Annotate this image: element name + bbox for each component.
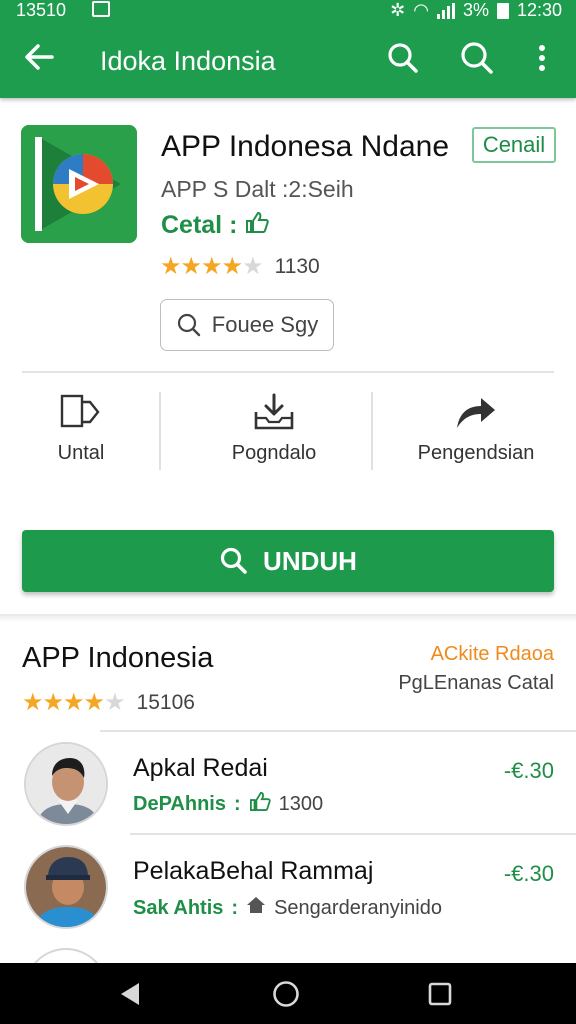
- action-untal[interactable]: Untal: [6, 392, 156, 465]
- app-status: Cetal :: [161, 211, 270, 240]
- copy-icon: [60, 394, 100, 428]
- search-icon: [177, 313, 200, 337]
- app-subtitle: APP S Dalt :2:Seih: [161, 176, 354, 202]
- bluetooth-icon: ✲: [390, 0, 406, 20]
- wifi-icon: ◠: [413, 0, 429, 20]
- notification-icon: [92, 1, 110, 17]
- home-icon: [246, 895, 266, 921]
- meta-value: 1300: [278, 792, 324, 815]
- search-chip[interactable]: Fouee Sgy: [160, 299, 334, 351]
- list-item-price: -€.30: [503, 758, 554, 783]
- share-arrow-icon: [457, 398, 495, 428]
- divider: [159, 392, 161, 470]
- back-arrow-icon[interactable]: [22, 40, 56, 74]
- app-name: APP Indonesa Ndane: [161, 130, 450, 163]
- list-item[interactable]: PelakaBehal Rammaj Sak Ahtis : Sengarder…: [0, 845, 576, 935]
- meta-value: Sengarderanyinido: [274, 896, 442, 919]
- search-chip-label: Fouee Sgy: [211, 312, 319, 337]
- search-icon-secondary[interactable]: [459, 40, 495, 76]
- meta-separator: :: [231, 896, 239, 919]
- meta-separator: :: [233, 792, 241, 815]
- section-title: APP Indonesia: [22, 642, 214, 674]
- section-subtitle: PgLEnanas Catal: [398, 672, 554, 694]
- list-item-price: -€.30: [503, 861, 554, 886]
- star-rating: ★★★★★: [22, 689, 126, 716]
- list-item-meta: DePAhnis : 1300: [133, 791, 323, 817]
- avatar: [24, 742, 108, 826]
- download-button[interactable]: UNDUH: [22, 530, 554, 592]
- action-label: Pengendsian: [417, 442, 535, 464]
- action-pogndalo[interactable]: Pogndalo: [199, 392, 349, 465]
- developer-name: Sak Ahtis: [133, 896, 224, 919]
- search-icon: [220, 547, 247, 574]
- list-item-title: Apkal Redai: [133, 754, 268, 782]
- recents-nav-icon[interactable]: [428, 982, 452, 1006]
- signal-icon: [436, 2, 455, 19]
- search-icon[interactable]: [385, 40, 421, 76]
- rating-count: 15106: [136, 690, 195, 714]
- app-status-text: Cetal :: [161, 211, 238, 239]
- battery-icon: [496, 2, 509, 19]
- status-right: ✲ ◠ 3% 12:30: [390, 0, 562, 21]
- app-logo-icon: [21, 125, 137, 243]
- back-nav-icon[interactable]: [117, 981, 143, 1007]
- thumbs-up-icon: [245, 211, 270, 240]
- home-nav-icon[interactable]: [272, 980, 300, 1008]
- top-bar: 13510 ✲ ◠ 3% 12:30 Idoka Indonsia: [0, 0, 576, 98]
- divider: [371, 392, 373, 470]
- download-button-label: UNDUH: [263, 545, 357, 576]
- star-rating: ★★★★★: [160, 253, 264, 280]
- avatar: [24, 845, 108, 929]
- list-item-meta: Sak Ahtis : Sengarderanyinido: [133, 895, 442, 921]
- more-vert-icon[interactable]: [524, 40, 560, 76]
- status-time: 12:30: [516, 0, 562, 20]
- divider: [100, 730, 576, 732]
- action-label: Untal: [57, 442, 105, 464]
- action-label: Pogndalo: [231, 442, 317, 464]
- developer-name: DePAhnis: [133, 792, 226, 815]
- section-link[interactable]: ACkite Rdaoa: [431, 643, 554, 666]
- list-item[interactable]: Apkal Redai DePAhnis : 1300 -€.30: [0, 742, 576, 832]
- download-tray-icon: [254, 393, 294, 430]
- action-pengendsian[interactable]: Pengendsian: [401, 392, 551, 465]
- list-item-title: PelakaBehal Rammaj: [133, 857, 374, 885]
- rating-count: 1130: [274, 254, 320, 278]
- divider: [22, 371, 554, 373]
- divider: [130, 833, 576, 835]
- section-divider: [0, 614, 576, 622]
- battery-percent: 3%: [462, 0, 489, 20]
- status-bar: 13510 ✲ ◠ 3% 12:30: [0, 0, 576, 22]
- app-rating: ★★★★★ 1130: [160, 252, 320, 281]
- app-bar: Idoka Indonsia: [0, 22, 576, 98]
- thumbs-up-icon: [249, 791, 271, 817]
- cancel-button[interactable]: Cenail: [472, 127, 556, 163]
- navigation-bar: [0, 963, 576, 1024]
- app-bar-title: Idoka Indonsia: [100, 46, 276, 76]
- status-time-left: 13510: [16, 0, 67, 20]
- section-rating: ★★★★★ 15106: [22, 688, 195, 717]
